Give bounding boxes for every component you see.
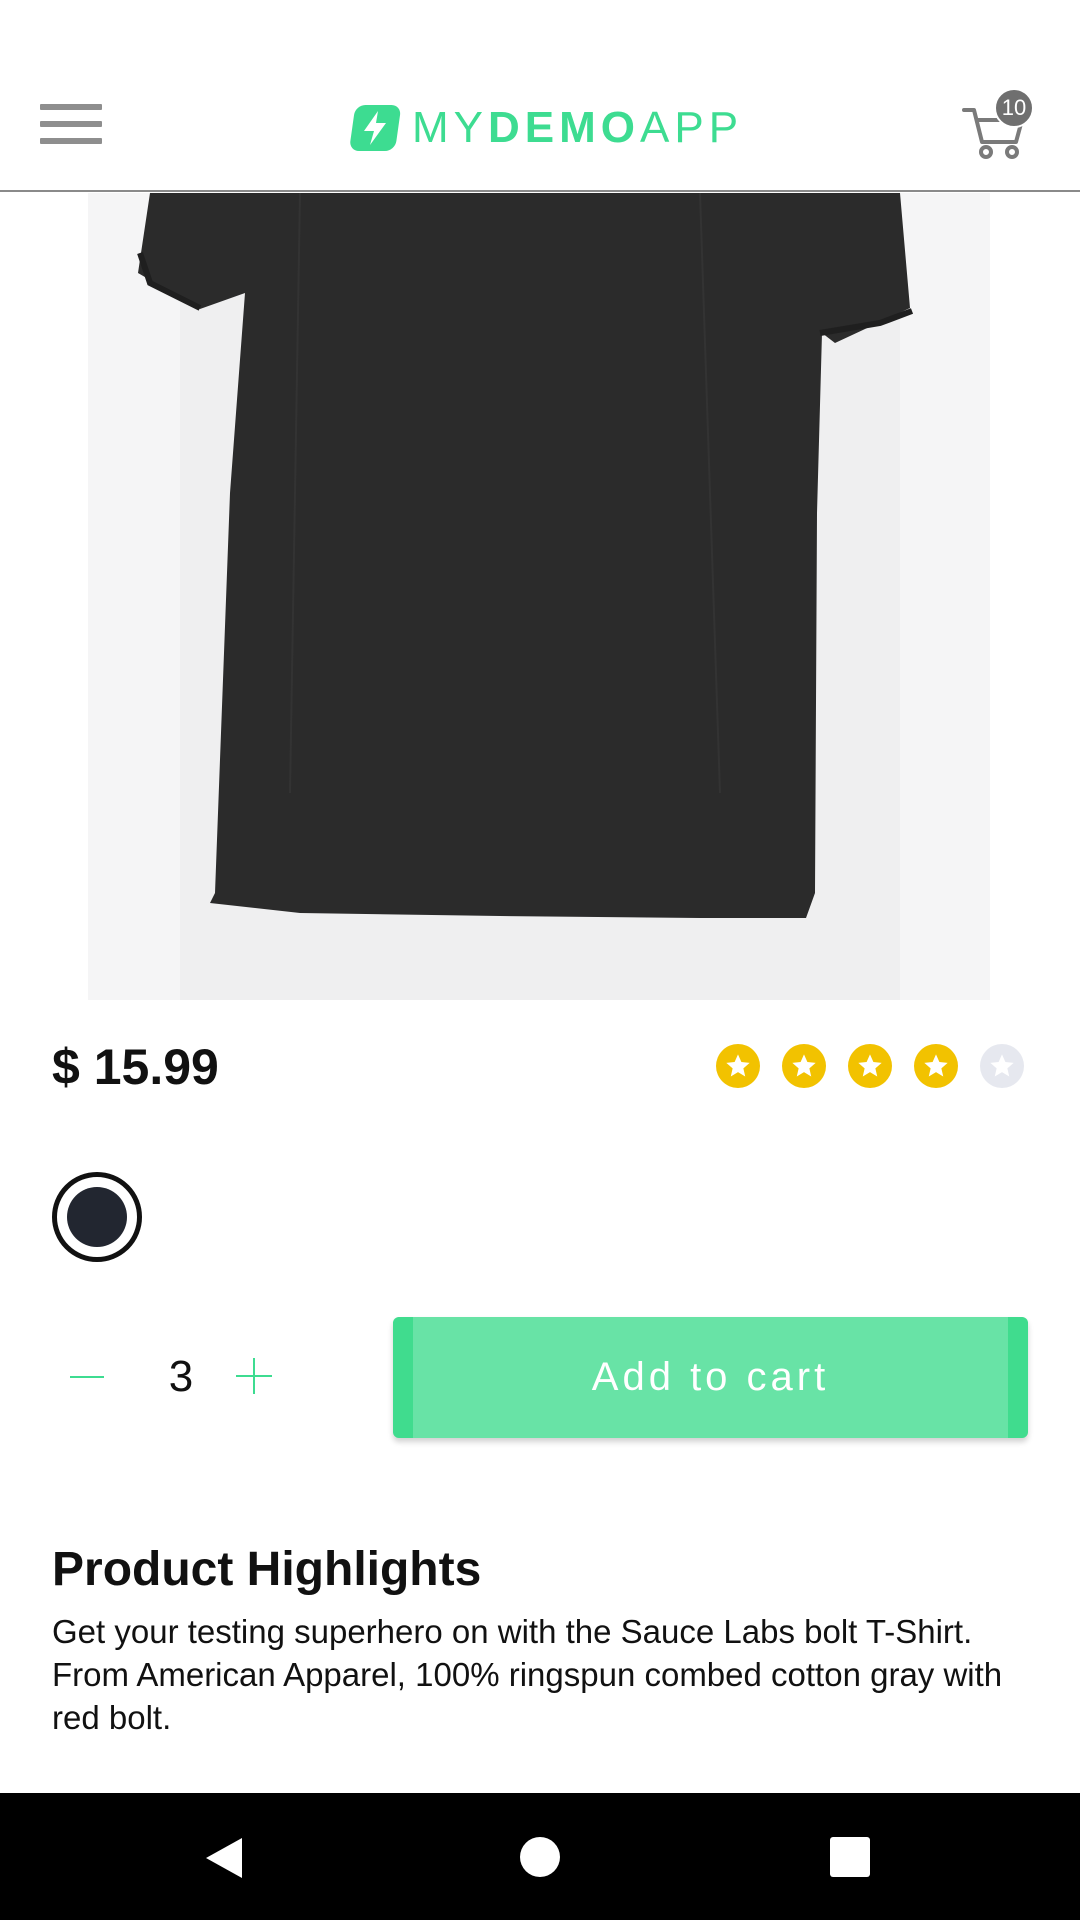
quantity-value: 3	[168, 1352, 194, 1401]
app-header: MYDEMOAPP 10	[0, 0, 1080, 192]
cart-count-badge: 10	[994, 88, 1034, 128]
product-image	[0, 193, 1080, 1000]
logo-text-app: APP	[640, 103, 744, 152]
recent-apps-icon[interactable]	[830, 1837, 870, 1877]
hamburger-menu-icon[interactable]	[40, 104, 102, 150]
color-swatch	[67, 1187, 127, 1247]
minus-icon[interactable]	[70, 1376, 104, 1378]
star-3-icon[interactable]	[848, 1044, 892, 1088]
plus-icon[interactable]	[236, 1358, 272, 1394]
back-icon[interactable]	[204, 1836, 244, 1880]
cart-button[interactable]: 10	[962, 88, 1040, 164]
highlights-title: Product Highlights	[52, 1543, 482, 1596]
t-shirt-image	[137, 193, 914, 918]
star-2-icon[interactable]	[782, 1044, 826, 1088]
bolt-logo-icon	[350, 105, 401, 151]
product-price: $ 15.99	[52, 1039, 219, 1095]
color-option-black[interactable]	[52, 1172, 142, 1262]
app-logo: MYDEMOAPP	[348, 98, 743, 158]
home-icon[interactable]	[520, 1837, 560, 1877]
star-4-icon[interactable]	[914, 1044, 958, 1088]
highlights-description: Get your testing superhero on with the S…	[52, 1613, 1003, 1736]
logo-text-my: MY	[412, 103, 488, 152]
add-to-cart-button[interactable]: Add to cart	[393, 1317, 1028, 1438]
rating-stars[interactable]	[716, 1044, 1046, 1088]
star-5-icon[interactable]	[980, 1044, 1024, 1088]
add-to-cart-label: Add to cart	[591, 1355, 830, 1399]
logo-text-demo: DEMO	[488, 103, 640, 152]
star-1-icon[interactable]	[716, 1044, 760, 1088]
quantity-stepper: 3	[60, 1346, 300, 1410]
